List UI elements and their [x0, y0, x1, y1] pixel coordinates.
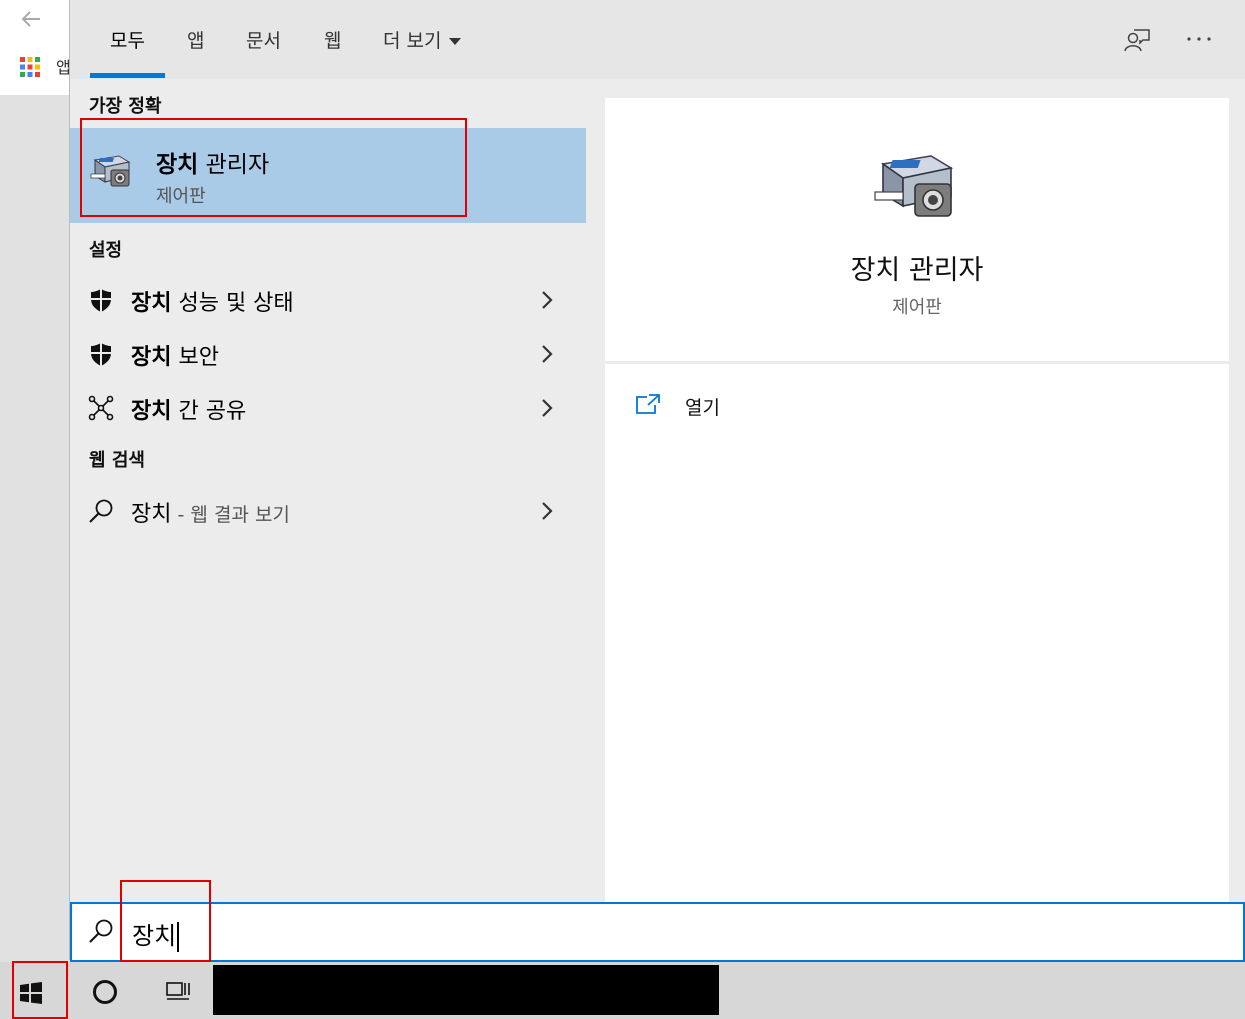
settings-item-label: 장치 성능 및 상태: [131, 285, 294, 317]
settings-item-device-performance[interactable]: 장치 성능 및 상태: [70, 275, 586, 325]
settings-item-label-bold: 장치: [131, 345, 172, 370]
best-match-subtitle: 제어판: [156, 186, 206, 207]
search-query-text: 장치: [132, 922, 177, 950]
tab-documents[interactable]: 문서: [246, 26, 281, 53]
settings-item-device-security[interactable]: 장치 보안: [70, 329, 586, 379]
search-icon: [89, 499, 113, 523]
search-input-value: 장치: [132, 916, 180, 952]
search-icon: [89, 919, 113, 943]
results-list: 가장 정확 장치 관리자 제어판 설정 장치 성능 및 상태 장치 보안 장치 …: [70, 79, 586, 902]
best-match-title-bold: 장치: [156, 152, 199, 178]
device-manager-icon: [874, 155, 954, 217]
more-options-icon[interactable]: [1184, 26, 1214, 54]
settings-header: 설정: [89, 240, 123, 261]
shield-icon: [91, 289, 111, 312]
apps-label[interactable]: 앱: [56, 54, 70, 78]
chevron-right-icon: [542, 345, 553, 363]
settings-item-label-rest: 간 공유: [171, 399, 247, 424]
tab-all[interactable]: 모두: [110, 26, 145, 53]
apps-grid-icon[interactable]: [20, 57, 40, 77]
tab-web[interactable]: 웹: [324, 26, 341, 53]
background-browser-window: 앱: [0, 0, 70, 95]
settings-item-label: 장치 간 공유: [131, 393, 246, 425]
chevron-right-icon: [542, 502, 553, 520]
shield-icon: [91, 343, 111, 366]
chevron-right-icon: [542, 291, 553, 309]
web-search-label: 장치 - 웹 결과 보기: [131, 496, 290, 528]
windows-start-icon[interactable]: [16, 978, 46, 1008]
search-flyout: 모두 앱 문서 웹 더 보기 가장 정확 장치 관리자 제어판 설정 장치 성능…: [69, 0, 1245, 960]
tab-apps[interactable]: 앱: [187, 26, 204, 53]
settings-item-label-rest: 성능 및 상태: [171, 291, 294, 316]
preview-pane: 장치 관리자 제어판 열기: [605, 98, 1229, 902]
best-match-header: 가장 정확: [89, 96, 162, 117]
filter-tabs: 모두 앱 문서 웹 더 보기: [70, 0, 1245, 79]
redacted-taskbar-area: [213, 965, 719, 1015]
open-external-icon: [636, 394, 660, 414]
task-view-icon[interactable]: [163, 978, 193, 1006]
preview-title: 장치 관리자: [850, 255, 984, 286]
chevron-right-icon: [542, 399, 553, 417]
preview-subtitle: 제어판: [892, 297, 942, 318]
web-search-item[interactable]: 장치 - 웹 결과 보기: [70, 486, 586, 536]
taskbar: [0, 962, 1245, 1019]
share-nodes-icon: [88, 395, 114, 421]
search-input[interactable]: 장치: [70, 902, 1245, 962]
active-tab-indicator: [90, 73, 165, 78]
feedback-icon[interactable]: [1122, 26, 1152, 54]
best-match-title-rest: 관리자: [198, 152, 270, 178]
device-manager-icon: [90, 155, 131, 187]
web-search-suffix: - 웹 결과 보기: [171, 504, 290, 526]
best-match-title: 장치 관리자: [156, 145, 269, 179]
tab-more-label: 더 보기: [383, 30, 442, 52]
web-search-query: 장치: [131, 502, 172, 527]
text-cursor: [177, 922, 180, 952]
caret-down-icon: [449, 38, 462, 45]
tab-more[interactable]: 더 보기: [383, 26, 462, 53]
best-match-item[interactable]: 장치 관리자 제어판: [70, 128, 586, 223]
settings-item-label: 장치 보안: [131, 339, 219, 371]
back-arrow-icon[interactable]: [18, 6, 44, 32]
settings-item-label-rest: 보안: [171, 345, 219, 370]
preview-header: 장치 관리자 제어판: [605, 98, 1229, 364]
settings-item-nearby-sharing[interactable]: 장치 간 공유: [70, 383, 586, 433]
settings-item-label-bold: 장치: [131, 399, 172, 424]
settings-item-label-bold: 장치: [131, 291, 172, 316]
cortana-icon[interactable]: [93, 980, 117, 1004]
web-search-header: 웹 검색: [89, 450, 145, 471]
open-label: 열기: [685, 397, 720, 419]
